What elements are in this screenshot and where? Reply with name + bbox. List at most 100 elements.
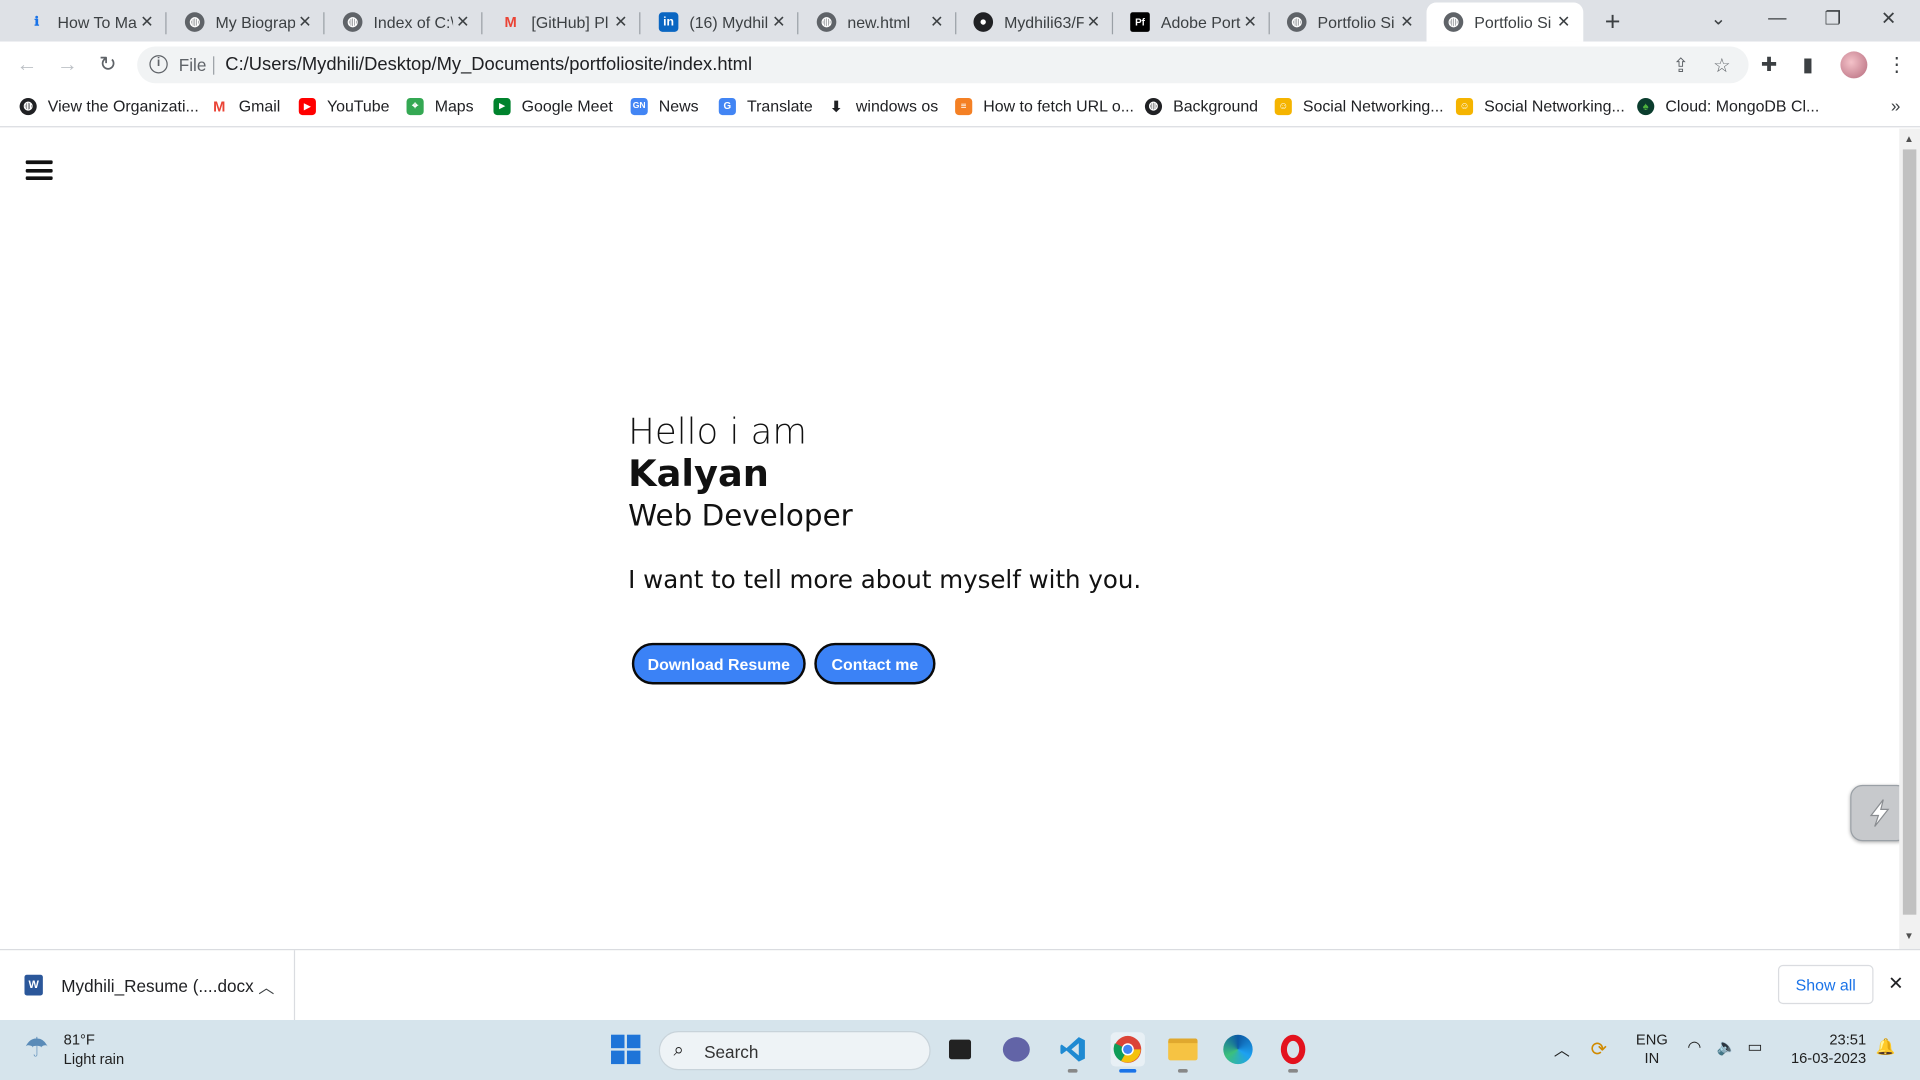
start-button[interactable] — [609, 1032, 643, 1066]
bookmarks-overflow-icon[interactable]: » — [1891, 96, 1901, 116]
scrollbar-thumb[interactable] — [1902, 149, 1917, 915]
close-shelf-icon[interactable]: ✕ — [1888, 972, 1903, 994]
bookmark-item[interactable]: ◍ Background — [1144, 96, 1259, 116]
battery-icon[interactable]: ▭ — [1747, 1037, 1762, 1057]
weather-rain-icon[interactable]: ☂ — [24, 1032, 48, 1064]
bookmark-item[interactable]: ♠ Cloud: MongoDB Cl... — [1637, 97, 1819, 115]
restore-icon[interactable]: ❐ — [1825, 7, 1841, 30]
tab-6[interactable]: ◍ new.html ✕ — [800, 2, 957, 41]
page-scrollbar[interactable]: ▲ ▼ — [1899, 128, 1920, 949]
url-text[interactable]: C:/Users/Mydhili/Desktop/My_Documents/po… — [225, 54, 752, 75]
contact-me-button[interactable]: Contact me — [814, 642, 936, 685]
task-view-button[interactable] — [943, 1032, 977, 1066]
tab-separator — [323, 12, 325, 35]
window-close-icon[interactable]: ✕ — [1881, 7, 1896, 30]
address-bar[interactable]: i File C:/Users/Mydhili/Desktop/My_Docum… — [137, 46, 1749, 84]
bookmark-item[interactable]: ▶ YouTube — [298, 96, 390, 116]
tab-9[interactable]: ◍ Portfolio Si ✕ — [1270, 2, 1427, 41]
hamburger-line — [25, 168, 53, 173]
bookmark-item[interactable]: ◍ View the Organizati... — [19, 97, 199, 115]
tab-title: Portfolio Si — [1317, 12, 1395, 32]
bookmark-item[interactable]: GN News — [630, 97, 699, 115]
site-info-icon[interactable]: i — [149, 55, 168, 74]
browser-toolbar: ← → ↻ i File C:/Users/Mydhili/Desktop/My… — [0, 41, 1920, 89]
opera-button[interactable] — [1276, 1032, 1310, 1073]
close-icon[interactable]: ✕ — [453, 12, 473, 32]
minimize-icon[interactable]: — — [1768, 7, 1786, 28]
forward-icon[interactable]: → — [55, 53, 79, 77]
tab-4[interactable]: M [GitHub] Pl ✕ — [484, 2, 641, 41]
bookmark-item[interactable]: M Gmail — [211, 97, 280, 115]
avatar[interactable] — [1840, 51, 1868, 79]
wifi-icon[interactable]: ◠ — [1687, 1037, 1701, 1057]
close-icon[interactable]: ✕ — [1084, 12, 1104, 32]
side-panel-icon[interactable]: ▮ — [1802, 53, 1813, 77]
chevron-up-icon[interactable]: ︿ — [1554, 1037, 1570, 1060]
share-icon[interactable]: ⇪ — [1673, 54, 1689, 78]
folder-icon — [1168, 1038, 1198, 1061]
page-viewport: Hello i am Kalyan Web Developer I want t… — [0, 128, 1909, 949]
bookmark-item[interactable]: ☺ Social Networking... — [1274, 97, 1444, 115]
bookmark-item[interactable]: ⌖ Maps — [406, 97, 474, 115]
tab-search-icon[interactable]: ⌄ — [1711, 7, 1726, 30]
task-view-icon — [948, 1039, 972, 1060]
new-tab-button[interactable]: + — [1598, 6, 1627, 38]
tab-2[interactable]: ◍ My Biograp ✕ — [168, 2, 325, 41]
bookmark-label: Background — [1173, 96, 1259, 116]
running-indicator — [1067, 1068, 1078, 1073]
bookmark-item[interactable]: ☺ Social Networking... — [1455, 97, 1625, 115]
menu-kebab-icon[interactable]: ⋮ — [1887, 53, 1907, 77]
close-icon[interactable]: ✕ — [295, 12, 315, 32]
bookmark-star-icon[interactable]: ☆ — [1713, 54, 1731, 78]
weather-temp[interactable]: 81°F — [64, 1031, 95, 1048]
scroll-down-icon[interactable]: ▼ — [1904, 931, 1914, 942]
tab-separator — [639, 12, 641, 35]
download-resume-button[interactable]: Download Resume — [631, 642, 806, 685]
tab-7[interactable]: ● Mydhili63/F ✕ — [956, 2, 1114, 41]
input-language[interactable]: ENG IN — [1636, 1031, 1668, 1068]
close-icon[interactable]: ✕ — [927, 12, 947, 32]
tab-3[interactable]: ◍ Index of C:\ ✕ — [326, 2, 483, 41]
close-icon[interactable]: ✕ — [1240, 12, 1260, 32]
weather-desc[interactable]: Light rain — [64, 1051, 124, 1068]
hamburger-menu-icon[interactable] — [25, 160, 53, 181]
vscode-button[interactable] — [1056, 1032, 1090, 1073]
teams-chat-button[interactable] — [999, 1032, 1033, 1066]
clock[interactable]: 23:51 16-03-2023 — [1788, 1031, 1866, 1068]
tab-10-active[interactable]: ◍ Portfolio Si ✕ — [1426, 2, 1584, 42]
volume-icon[interactable]: 🔈 — [1717, 1037, 1737, 1057]
bookmark-item[interactable]: ⬇ windows os — [828, 97, 938, 115]
close-icon[interactable]: ✕ — [137, 12, 157, 32]
chrome-button[interactable] — [1110, 1032, 1145, 1073]
taskbar-search[interactable]: ⌕ Search — [658, 1031, 931, 1071]
close-icon[interactable]: ✕ — [769, 12, 789, 32]
sync-icon[interactable]: ⟳ — [1591, 1037, 1607, 1061]
hamburger-line — [25, 176, 53, 181]
download-item[interactable]: W Mydhili_Resume (....docx ︿ — [0, 950, 296, 1021]
tab-1[interactable]: ℹ How To Ma ✕ — [10, 2, 167, 41]
bookmark-item[interactable]: ≡ How to fetch URL o... — [955, 97, 1134, 115]
tab-title: Adobe Port — [1160, 12, 1241, 32]
search-icon: ⌕ — [673, 1039, 684, 1061]
bookmark-item[interactable]: ▸ Google Meet — [493, 97, 613, 115]
globe-icon: ◍ — [184, 12, 205, 32]
tab-5[interactable]: in (16) Mydhil ✕ — [642, 2, 799, 41]
tab-8[interactable]: Pf Adobe Port ✕ — [1113, 2, 1270, 41]
file-explorer-button[interactable] — [1166, 1032, 1200, 1073]
back-icon[interactable]: ← — [15, 53, 39, 77]
close-icon[interactable]: ✕ — [1554, 12, 1574, 32]
hero-greeting: Hello i am — [628, 410, 807, 452]
notification-bell-icon[interactable]: 🔔 — [1876, 1037, 1896, 1057]
extensions-icon[interactable]: ✚ — [1761, 53, 1777, 77]
chevron-up-icon[interactable]: ︿ — [258, 975, 274, 998]
scroll-up-icon[interactable]: ▲ — [1904, 133, 1914, 144]
close-icon[interactable]: ✕ — [611, 12, 631, 32]
close-icon[interactable]: ✕ — [1397, 12, 1417, 32]
show-all-button[interactable]: Show all — [1777, 964, 1874, 1005]
bookmark-label: YouTube — [326, 96, 390, 116]
opera-icon — [1280, 1034, 1306, 1065]
edge-button[interactable] — [1221, 1032, 1255, 1066]
social-icon: ☺ — [1455, 97, 1474, 115]
bookmark-item[interactable]: G Translate — [718, 97, 813, 115]
reload-icon[interactable]: ↻ — [96, 53, 120, 77]
